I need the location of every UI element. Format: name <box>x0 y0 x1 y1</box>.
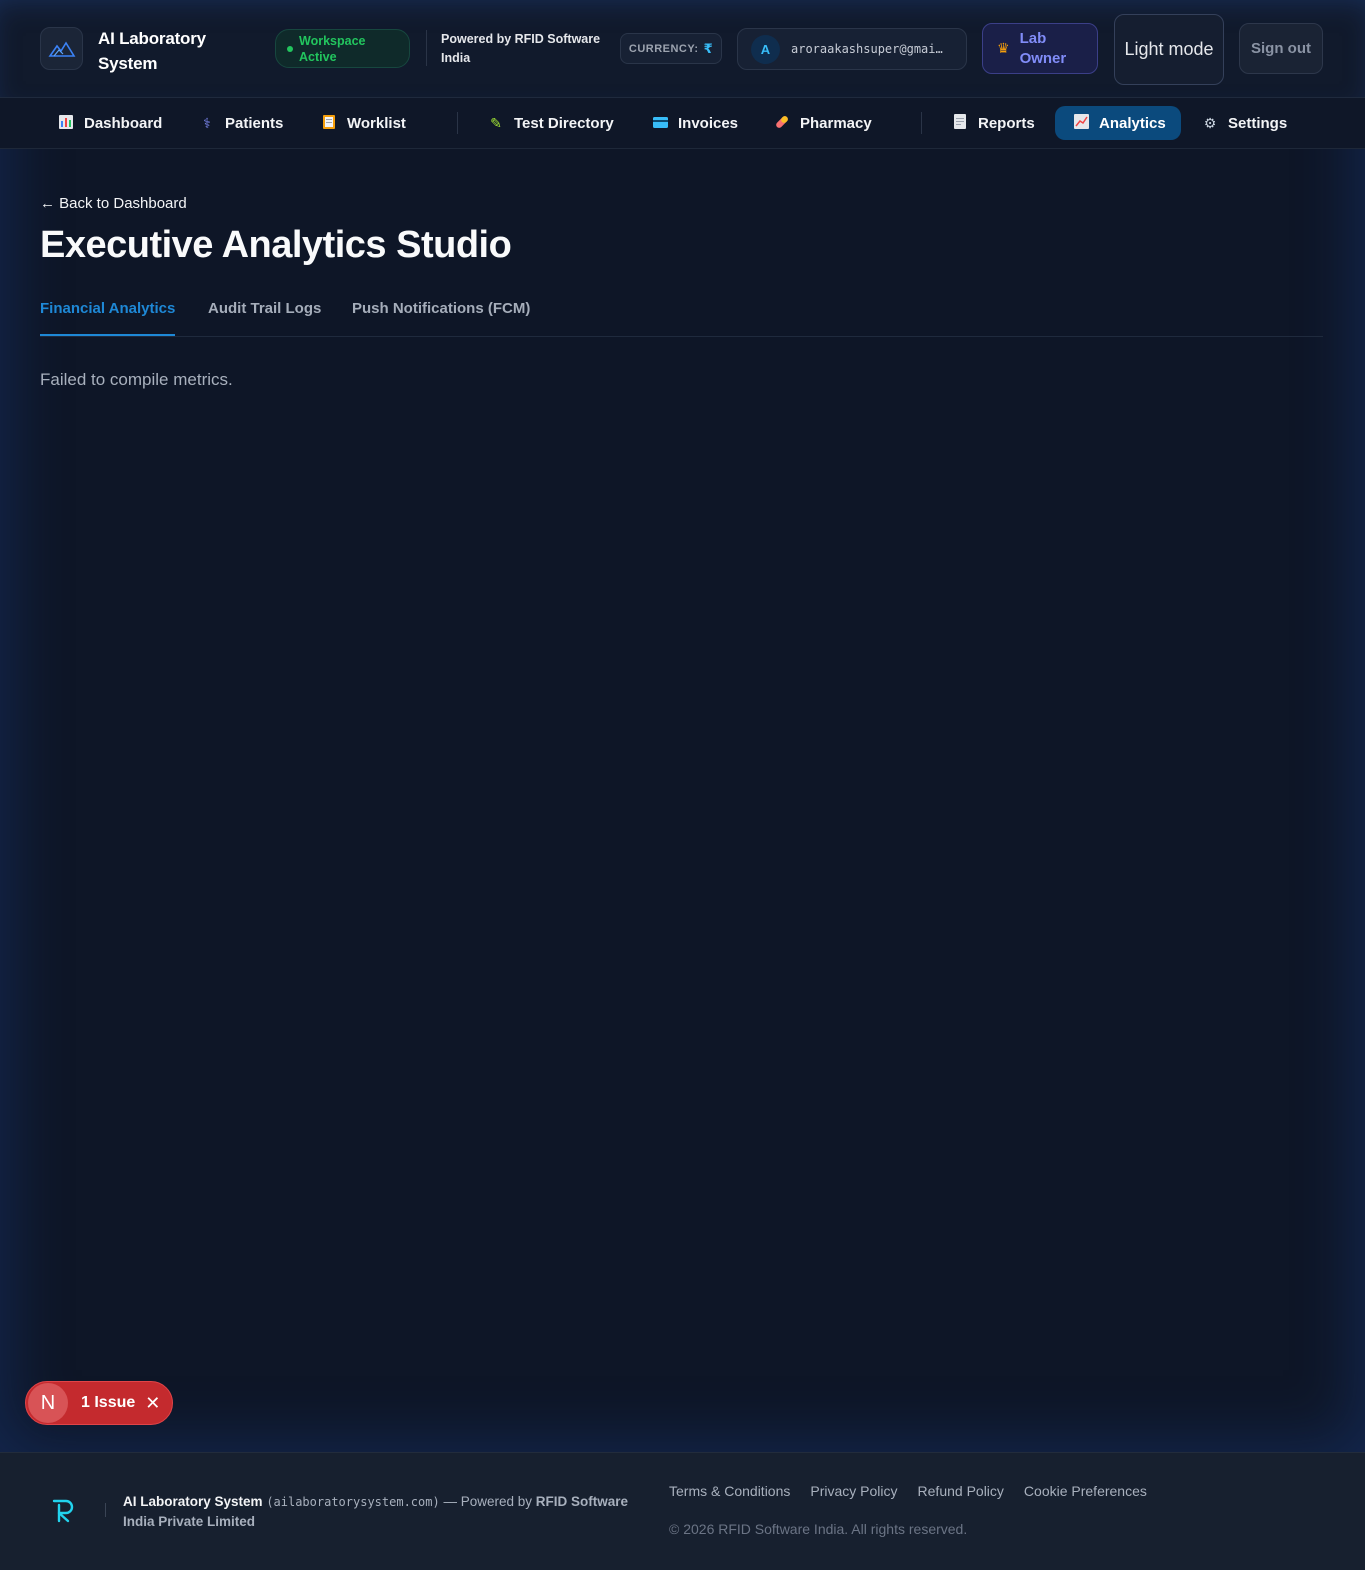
nav-item-dashboard[interactable]: Dashboard <box>40 106 177 140</box>
nav-item-invoices[interactable]: Invoices <box>634 106 753 140</box>
currency-indicator[interactable]: CURRENCY: ₹ <box>620 33 722 64</box>
nav-item-label: Dashboard <box>84 114 163 132</box>
nav-item-worklist[interactable]: Worklist <box>303 106 421 140</box>
main-nav: Dashboard ⚕ Patients Worklist ✎ Test Dir… <box>0 98 1365 149</box>
page-footer: AI Laboratory System (ailaboratorysystem… <box>0 1452 1365 1570</box>
gear-icon: ⚙ <box>1203 114 1217 131</box>
workspace-status-text: Workspace Active <box>299 33 366 64</box>
clipboard-icon <box>320 114 338 132</box>
app-logo[interactable] <box>40 27 83 70</box>
nav-item-pharmacy[interactable]: Pharmacy <box>756 106 887 140</box>
footer-logo <box>50 1497 80 1528</box>
footer-divider <box>105 1503 106 1517</box>
document-icon <box>951 114 969 132</box>
nav-item-label: Patients <box>225 114 284 132</box>
role-badge[interactable]: ♛ Lab Owner <box>982 23 1098 74</box>
nav-item-reports[interactable]: Reports <box>934 106 1050 140</box>
copyright-text: © 2026 RFID Software India. All rights r… <box>669 1521 968 1537</box>
powered-by-text: Powered by RFID Software India <box>441 32 601 65</box>
footer-brand: AI Laboratory System <box>123 1494 263 1509</box>
nav-item-test-directory[interactable]: ✎ Test Directory <box>470 106 629 140</box>
page-title: Executive Analytics Studio <box>40 224 512 266</box>
user-account-chip[interactable]: A aroraakashsuper@gmai… <box>737 28 967 70</box>
workspace-status-badge: Workspace Active <box>275 29 410 68</box>
pill-icon <box>773 114 791 133</box>
cookie-preferences-link[interactable]: Cookie Preferences <box>1024 1483 1147 1499</box>
tab-financial-analytics[interactable]: Financial Analytics <box>40 290 176 336</box>
header-divider <box>426 30 427 66</box>
test-tube-icon: ✎ <box>490 114 502 131</box>
nav-item-label: Test Directory <box>514 114 614 132</box>
r-logo-icon <box>52 1499 74 1523</box>
footer-credit: AI Laboratory System (ailaboratorysystem… <box>123 1492 648 1531</box>
top-header: AI Laboratory System Workspace Active Po… <box>0 0 1365 98</box>
status-dot-icon <box>287 45 293 52</box>
nav-item-label: Reports <box>978 114 1035 132</box>
credit-card-icon <box>651 115 669 131</box>
app-brand-name: AI Laboratory System <box>98 29 206 73</box>
currency-symbol: ₹ <box>703 40 714 56</box>
nav-divider <box>921 112 922 134</box>
back-to-dashboard-link[interactable]: ← Back to Dashboard <box>40 195 187 212</box>
nav-item-label: Analytics <box>1099 114 1166 132</box>
line-chart-icon <box>1072 114 1090 132</box>
bar-chart-icon <box>57 114 75 132</box>
footer-powered-prefix: — Powered by <box>443 1494 533 1509</box>
refund-link[interactable]: Refund Policy <box>918 1483 1004 1499</box>
terms-link[interactable]: Terms & Conditions <box>669 1483 790 1499</box>
close-icon[interactable]: ✕ <box>145 1393 160 1414</box>
avatar: A <box>751 34 780 64</box>
nav-item-label: Worklist <box>347 114 406 132</box>
nav-item-label: Invoices <box>678 114 739 132</box>
mountain-logo-icon <box>47 40 75 57</box>
tab-audit-trail-logs[interactable]: Audit Trail Logs <box>208 290 321 336</box>
nav-item-settings[interactable]: ⚙ Settings <box>1184 106 1302 140</box>
footer-domain: (ailaboratorysystem.com) <box>266 1495 440 1509</box>
issue-count-label: 1 Issue <box>81 1394 136 1411</box>
theme-toggle-button[interactable]: Light mode <box>1114 14 1224 85</box>
crown-icon: ♛ <box>997 40 1010 56</box>
nav-divider <box>457 112 458 134</box>
nav-item-label: Pharmacy <box>800 114 872 132</box>
privacy-link[interactable]: Privacy Policy <box>810 1483 897 1499</box>
analytics-tabs: Financial Analytics Audit Trail Logs Pus… <box>40 290 1323 337</box>
role-label: Lab Owner <box>1019 29 1067 67</box>
issue-badge[interactable]: N 1 Issue ✕ <box>25 1381 173 1425</box>
nav-item-analytics[interactable]: Analytics <box>1055 106 1181 140</box>
tab-push-notifications[interactable]: Push Notifications (FCM) <box>352 290 530 336</box>
user-email: aroraakashsuper@gmai… <box>791 42 943 56</box>
app-frame <box>0 0 1365 1452</box>
issue-initial: N <box>28 1383 68 1423</box>
currency-label: CURRENCY: <box>628 42 699 55</box>
sign-out-button[interactable]: Sign out <box>1239 23 1323 74</box>
nav-item-patients[interactable]: ⚕ Patients <box>181 106 298 140</box>
error-message: Failed to compile metrics. <box>40 370 233 389</box>
footer-links: Terms & Conditions Privacy Policy Refund… <box>669 1483 1167 1499</box>
nav-item-label: Settings <box>1228 114 1288 132</box>
stethoscope-icon: ⚕ <box>203 114 211 131</box>
